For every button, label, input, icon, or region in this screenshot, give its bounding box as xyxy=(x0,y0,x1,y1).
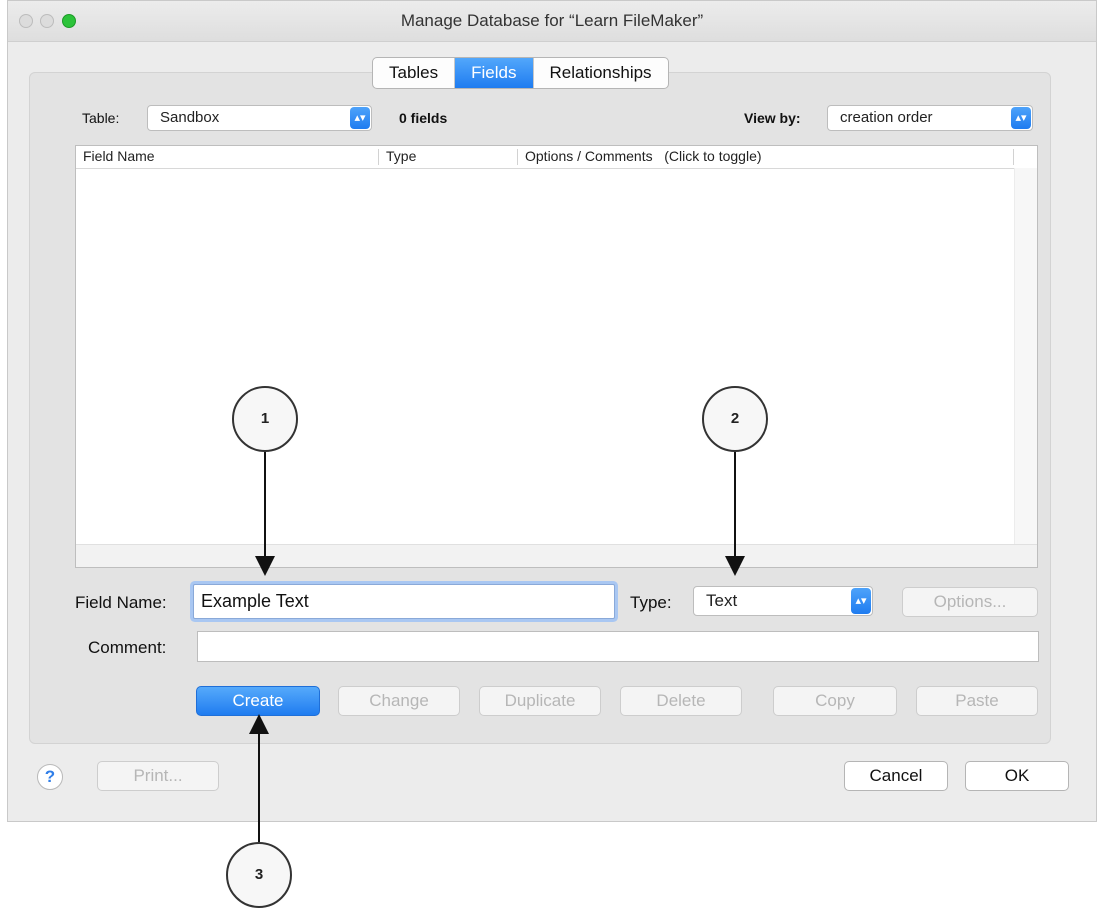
callout-3: 3 xyxy=(226,842,292,908)
callout-arrows xyxy=(249,452,745,842)
callout-2: 2 xyxy=(702,386,768,452)
callout-1: 1 xyxy=(232,386,298,452)
